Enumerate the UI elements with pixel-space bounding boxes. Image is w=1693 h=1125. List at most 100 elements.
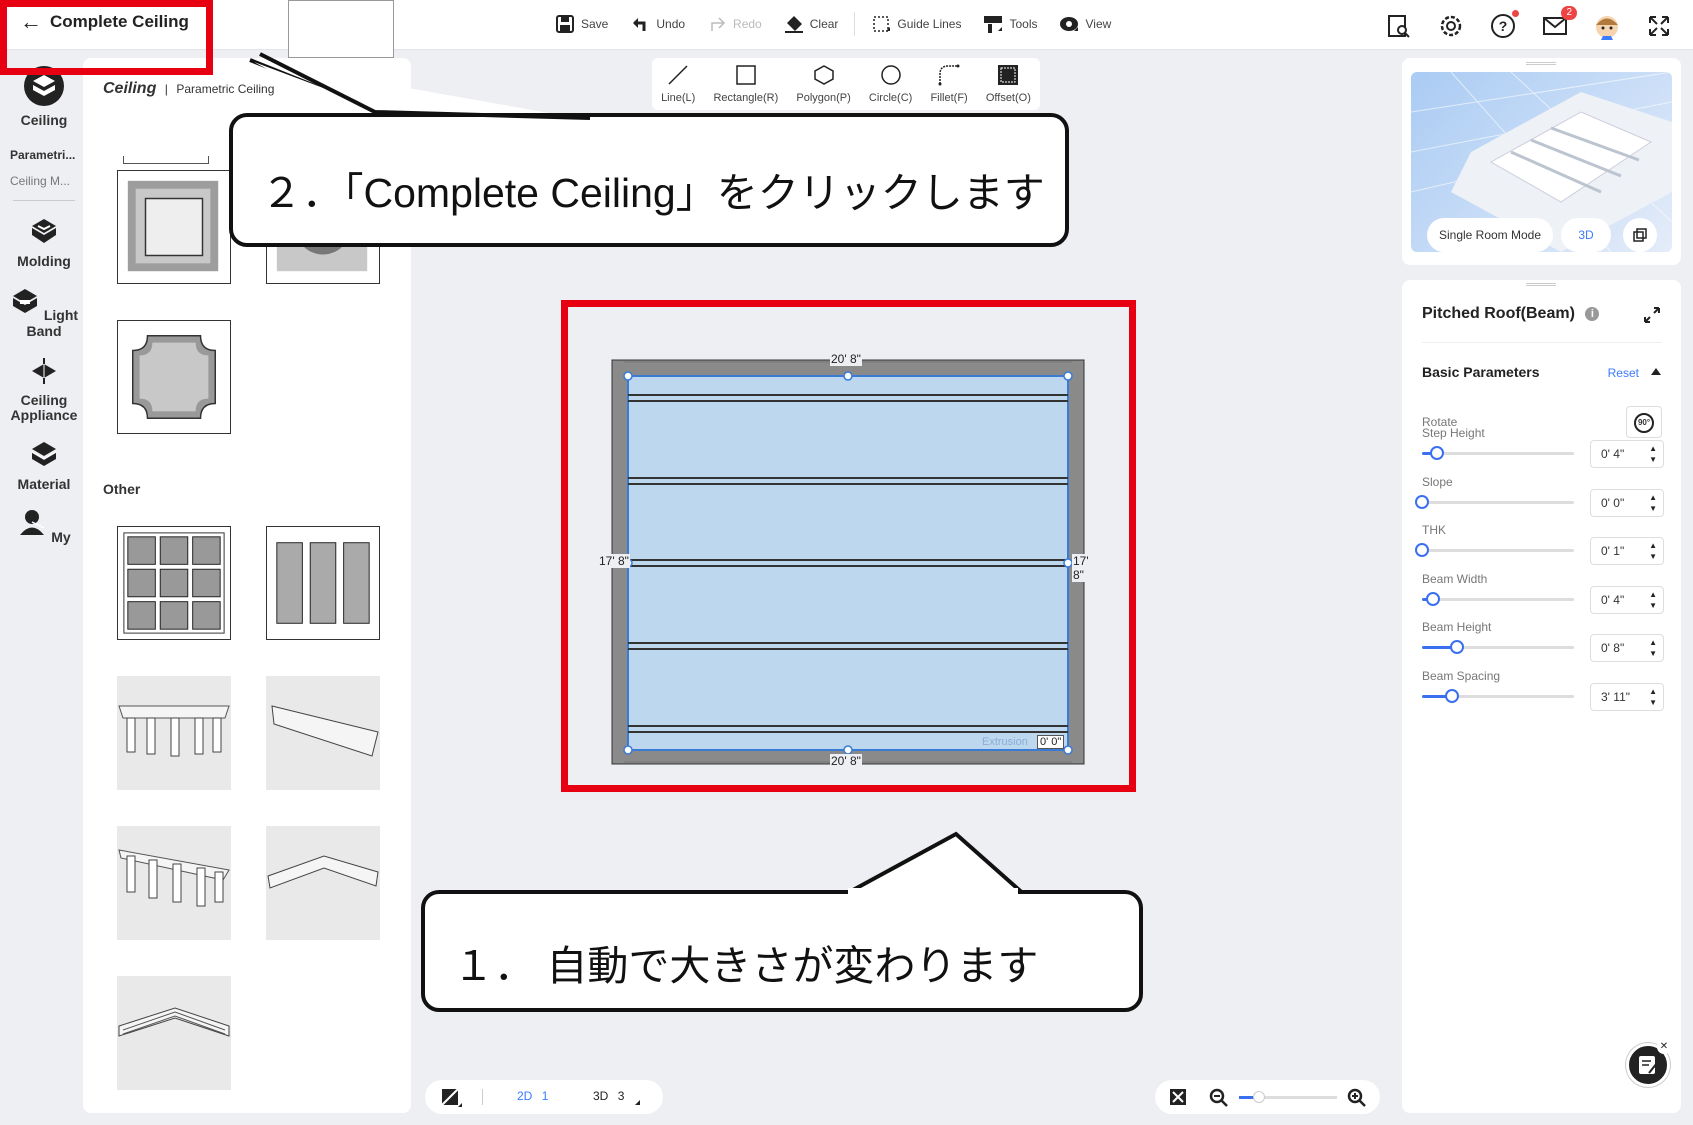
catalog-item-beam-ceiling[interactable] (117, 676, 231, 790)
floor-plan-icon[interactable] (441, 1088, 463, 1108)
grid-coffer-image (123, 532, 225, 634)
collapse-icon[interactable] (1651, 368, 1661, 375)
undo-button[interactable]: Undo (630, 14, 685, 34)
param-value-input[interactable]: 0' 1" ▲ ▼ (1590, 537, 1664, 565)
popout-button[interactable] (1623, 218, 1657, 252)
feedback-close-icon[interactable]: ✕ (1657, 1040, 1671, 1054)
catalog-item-octagon-tray[interactable] (117, 320, 231, 434)
clear-button[interactable]: Clear (784, 14, 839, 34)
param-slider-knob[interactable] (1415, 494, 1429, 509)
zoom-slider[interactable] (1239, 1091, 1337, 1103)
nav-ceiling-label: Ceiling (20, 112, 68, 128)
stepper-icon[interactable]: ▲ ▼ (1649, 686, 1657, 708)
view-2d-label: 2D (517, 1089, 533, 1103)
param-slider-knob[interactable] (1445, 688, 1460, 703)
param-value-input[interactable]: 0' 4" ▲ ▼ (1590, 585, 1664, 614)
slope-panel-image (271, 705, 379, 757)
nav-my[interactable]: My (5, 508, 83, 545)
catalog-item-square-tray[interactable] (117, 170, 231, 284)
callout-step1-text: １． 自動で大きさが変わります (453, 943, 1039, 989)
tools-button[interactable]: Tools (983, 14, 1037, 34)
param-slider[interactable] (1422, 688, 1574, 703)
draw-tool-polygon[interactable]: Polygon(P) (796, 64, 851, 104)
param-slider-knob[interactable] (1430, 446, 1445, 460)
param-label: Beam Width (1422, 571, 1488, 586)
stepper-icon[interactable]: ▲ ▼ (1649, 637, 1657, 659)
stepper-icon[interactable]: ▲ ▼ (1649, 589, 1657, 611)
tools-label: Tools (1009, 17, 1038, 31)
catalog-item-pitched-beam[interactable] (117, 826, 231, 940)
single-room-mode-button[interactable]: Single Room Mode (1427, 218, 1553, 252)
stepper-icon[interactable]: ▲ ▼ (1649, 443, 1657, 465)
catalog-item-gable-panel[interactable] (266, 826, 380, 940)
avatar[interactable] (1593, 12, 1621, 40)
catalog-item-strip-coffer[interactable] (266, 526, 380, 640)
view-3d-tab[interactable]: 3D 3 (593, 1089, 624, 1103)
left-nav: Ceiling Parametri... Ceiling M... Moldin… (5, 52, 83, 1125)
reset-button[interactable]: Reset (1608, 366, 1639, 380)
param-slider[interactable] (1415, 494, 1574, 509)
draw-tool-offset[interactable]: Offset(O) (986, 64, 1031, 104)
preview-drag-handle[interactable] (1526, 62, 1556, 65)
draw-tool-circle[interactable]: Circle(C) (869, 64, 912, 104)
nav-molding[interactable]: Molding (5, 216, 83, 269)
nav-material[interactable]: Material (5, 439, 83, 492)
preview-3d-render[interactable]: Single Room Mode 3D (1411, 72, 1672, 252)
info-icon[interactable]: i (1585, 307, 1600, 321)
catalog-item-grid-coffer[interactable] (117, 526, 231, 640)
basic-params-heading[interactable]: Basic Parameters (1422, 364, 1540, 380)
mode-3d-button[interactable]: 3D (1561, 218, 1611, 252)
view-2d-tab[interactable]: 2D 1 (517, 1089, 548, 1103)
gear-icon[interactable] (1437, 12, 1465, 40)
feedback-button[interactable]: ✕ (1626, 1040, 1671, 1087)
stepper-icon[interactable]: ▲ ▼ (1649, 540, 1657, 562)
param-value-input[interactable]: 0' 4" ▲ ▼ (1590, 440, 1664, 468)
stepper-icon[interactable]: ▲ ▼ (1649, 492, 1657, 514)
clear-label: Clear (809, 17, 839, 31)
catalog-item-gable-beam[interactable] (117, 976, 231, 1090)
nav-ceiling-appliance[interactable]: Ceiling Appliance (5, 356, 83, 423)
save-button[interactable]: Save (555, 14, 608, 34)
fit-view-icon[interactable] (1169, 1088, 1187, 1106)
expand-icon[interactable] (1645, 12, 1673, 40)
param-value-input[interactable]: 0' 0" ▲ ▼ (1590, 488, 1664, 517)
guide-lines-button[interactable]: Guide Lines (871, 14, 961, 34)
view-button[interactable]: View (1059, 14, 1111, 34)
square-tray-image (127, 180, 219, 272)
list-search-icon[interactable] (1385, 12, 1413, 40)
help-button[interactable]: ? (1489, 10, 1519, 40)
rotate-button[interactable]: 90° (1626, 406, 1662, 438)
nav-ceiling[interactable]: Ceiling (5, 66, 83, 128)
param-slider[interactable] (1422, 446, 1574, 460)
guide-lines-label: Guide Lines (897, 17, 962, 31)
param-value-input[interactable]: 0' 8" ▲ ▼ (1590, 634, 1664, 662)
draw-tool-fillet[interactable]: Fillet(F) (930, 64, 968, 104)
mail-button[interactable]: 2 (1541, 6, 1577, 40)
nav-material-label: Material (17, 476, 71, 492)
param-value: 3' 11" (1601, 689, 1631, 704)
catalog-item-slope-panel[interactable] (266, 676, 380, 790)
redo-button[interactable]: Redo (707, 14, 762, 34)
param-slider-knob[interactable] (1449, 640, 1464, 654)
nav-sub-parametric[interactable]: Parametri... (10, 148, 75, 162)
param-slider-knob[interactable] (1415, 543, 1429, 557)
draw-tool-line[interactable]: Line(L) (661, 64, 695, 104)
nav-light-band[interactable]: Light Band (5, 286, 83, 339)
param-slider-knob[interactable] (1425, 591, 1440, 606)
highlight-plan (561, 300, 1136, 792)
zoom-in-icon[interactable] (1347, 1088, 1367, 1108)
param-slider[interactable] (1422, 591, 1574, 606)
param-slider[interactable] (1415, 543, 1574, 557)
expand-panel-icon[interactable] (1643, 306, 1661, 324)
view-dropdown-icon[interactable] (635, 1100, 640, 1105)
draw-tool-rectangle[interactable]: Rectangle(R) (713, 64, 778, 104)
param-slider[interactable] (1422, 640, 1574, 654)
param-value-input[interactable]: 3' 11" ▲ ▼ (1590, 682, 1664, 711)
zoom-slider-knob[interactable] (1252, 1091, 1265, 1103)
gable-panel-image (267, 855, 379, 889)
zoom-out-icon[interactable] (1209, 1088, 1229, 1108)
props-drag-handle[interactable] (1526, 283, 1556, 286)
ceiling-appliance-icon (32, 358, 56, 384)
draw-tool-fillet-label: Fillet(F) (930, 92, 968, 104)
nav-sub-ceiling-model[interactable]: Ceiling M... (10, 174, 70, 188)
